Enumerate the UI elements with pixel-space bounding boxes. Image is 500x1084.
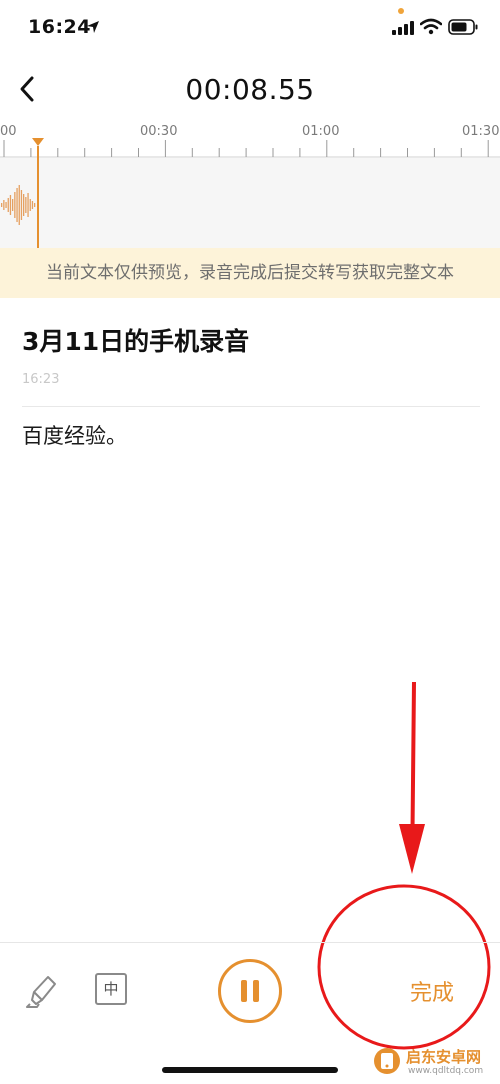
waveform-bar (5, 202, 7, 208)
location-arrow-icon (87, 21, 99, 33)
back-chevron-icon[interactable] (14, 72, 44, 106)
pause-button[interactable] (218, 959, 282, 1023)
battery-icon (448, 19, 478, 35)
home-indicator[interactable] (162, 1067, 338, 1073)
recording-timer: 00:08.55 (185, 73, 315, 106)
waveform-bar (16, 188, 18, 222)
timeline-label-60s: 01:00 (302, 124, 340, 139)
waveform-area[interactable] (0, 158, 500, 248)
annotation-circle (317, 884, 491, 1050)
pause-icon (253, 980, 259, 1002)
waveform-bar (34, 203, 36, 207)
waveform-bar (9, 195, 12, 215)
waveform-bar (20, 190, 23, 220)
timeline-ruler[interactable] (0, 138, 500, 158)
waveform-bar (14, 192, 16, 218)
timeline-label-90s: 01:30 (462, 124, 500, 139)
highlighter-icon[interactable] (22, 970, 62, 1010)
watermark-title: 启东安卓网 (406, 1048, 482, 1066)
timeline-label-30s: 00:30 (140, 124, 178, 139)
watermark-url: www.qdltdq.com (408, 1066, 484, 1076)
waveform-bar (31, 201, 34, 209)
recording-title[interactable]: 3月11日的手机录音 (22, 322, 249, 358)
wifi-icon (420, 18, 442, 35)
pause-icon (241, 980, 247, 1002)
audio-waveform (1, 185, 36, 225)
timeline-label-0: 00 (0, 124, 17, 139)
waveform-bar (12, 199, 14, 211)
recording-time: 16:23 (22, 372, 60, 387)
cellular-signal-icon (392, 21, 414, 35)
status-time: 16:24 (28, 16, 91, 38)
privacy-indicator-dot (398, 8, 404, 14)
waveform-bar (3, 200, 5, 210)
waveform-bar (29, 199, 31, 211)
waveform-bar (18, 185, 20, 225)
waveform-bar (1, 203, 3, 207)
annotation-arrow-icon (399, 682, 425, 874)
transcript-text[interactable]: 百度经验。 (22, 420, 127, 450)
waveform-bar (7, 198, 9, 212)
waveform-bar (25, 197, 27, 213)
waveform-bar (27, 193, 29, 217)
playhead-line (37, 146, 39, 248)
toolbar-divider (0, 942, 500, 943)
watermark-logo-icon (374, 1048, 400, 1074)
done-button[interactable]: 完成 (410, 975, 454, 1007)
divider (22, 406, 480, 407)
playhead-marker-icon[interactable] (32, 138, 44, 146)
preview-notice-text: 当前文本仅供预览，录音完成后提交转写获取完整文本 (46, 263, 454, 283)
input-mode-button[interactable]: 中 (95, 973, 127, 1005)
waveform-bar (23, 194, 25, 216)
